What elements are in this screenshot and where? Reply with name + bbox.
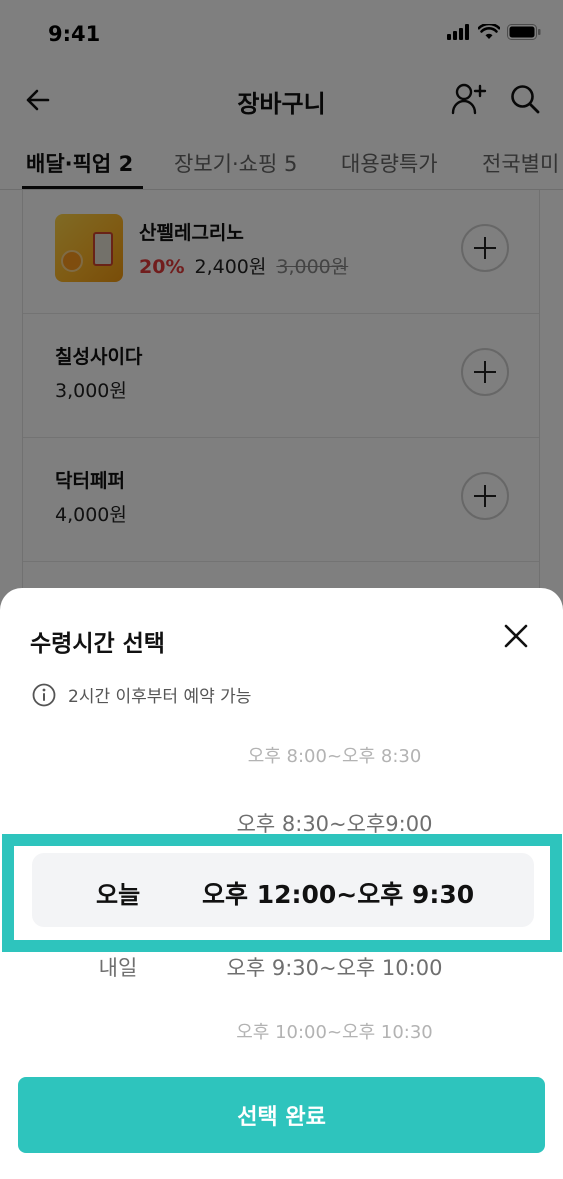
pickup-time-sheet: 수령시간 선택 2시간 이후부터 예약 가능 오후 8:00~오후 8:30 오…: [0, 588, 563, 1179]
confirm-selection-button[interactable]: 선택 완료: [18, 1077, 545, 1153]
reservation-notice: 2시간 이후부터 예약 가능: [32, 682, 251, 707]
time-option[interactable]: 내일 오후 9:30~오후 10:00: [0, 952, 563, 982]
time-option-label: 오후 8:00~오후 8:30: [247, 746, 422, 767]
notice-text: 2시간 이후부터 예약 가능: [68, 687, 252, 707]
selected-time-highlight: 오늘 오후 12:00~오후 9:30: [2, 834, 562, 952]
close-icon[interactable]: [500, 620, 532, 652]
sheet-title: 수령시간 선택: [30, 631, 165, 657]
info-icon: [32, 683, 56, 706]
selected-time-option[interactable]: 오늘 오후 12:00~오후 9:30: [32, 853, 534, 927]
day-label: 내일: [98, 956, 138, 980]
selected-time: 오후 12:00~오후 9:30: [202, 880, 475, 909]
selected-day: 오늘: [96, 881, 141, 909]
time-option[interactable]: 오후 10:00~오후 10:30: [0, 1018, 563, 1044]
time-option-label: 오후 10:00~오후 10:30: [236, 1022, 433, 1043]
time-option-label: 오후 9:30~오후 10:00: [226, 956, 443, 980]
time-option[interactable]: 오후 8:00~오후 8:30: [0, 742, 563, 768]
